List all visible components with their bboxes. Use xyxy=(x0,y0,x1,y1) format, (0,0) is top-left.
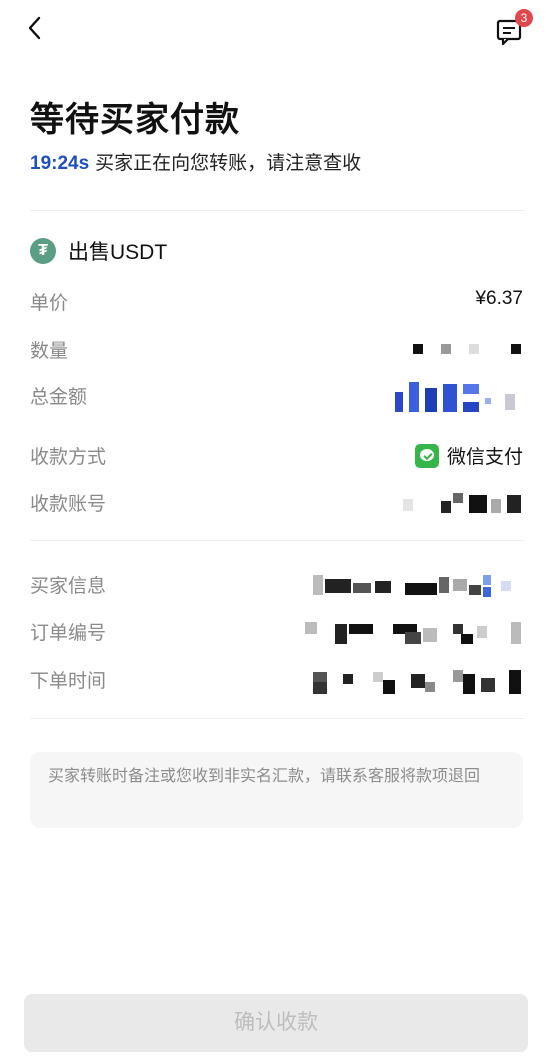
pay-method-text: 微信支付 xyxy=(446,447,523,468)
pay-account-label: 收款账号 xyxy=(30,494,107,515)
refund-notice: 买家转账时备注或您收到非实名汇款，请联系客服将款项退回 xyxy=(30,752,523,828)
pay-method-row: 收款方式 微信支付 xyxy=(30,440,523,470)
quantity-row: 数量 xyxy=(30,334,523,364)
order-time-label: 下单时间 xyxy=(30,671,107,692)
divider xyxy=(30,540,525,541)
asset-label: 出售USDT xyxy=(68,241,168,264)
order-time-redacted xyxy=(313,670,523,694)
total-label: 总金额 xyxy=(30,387,88,408)
status-line: 19:24s 买家正在向您转账，请注意查收 xyxy=(30,148,361,175)
unit-price-label: 单价 xyxy=(30,293,69,314)
top-nav: 3 xyxy=(0,0,550,60)
unit-price-value: ¥6.37 xyxy=(475,288,523,309)
back-chevron-icon xyxy=(28,16,41,40)
quantity-label: 数量 xyxy=(30,341,69,362)
order-no-label: 订单编号 xyxy=(30,623,107,644)
messages-button[interactable]: 3 xyxy=(495,9,533,48)
order-time-row: 下单时间 xyxy=(30,664,523,694)
divider xyxy=(30,210,525,211)
wechat-pay-icon xyxy=(414,443,439,468)
status-text: 买家正在向您转账，请注意查收 xyxy=(95,153,362,174)
asset-row: ₮ 出售USDT xyxy=(30,236,167,266)
order-page: 3 等待买家付款 19:24s 买家正在向您转账，请注意查收 ₮ 出售USDT 单… xyxy=(0,0,550,1058)
countdown-timer: 19:24s xyxy=(30,153,90,174)
unit-price-row: 单价 ¥6.37 xyxy=(30,286,523,316)
order-no-redacted xyxy=(305,622,523,644)
pay-method-value: 微信支付 xyxy=(414,442,523,469)
buyer-info-redacted xyxy=(313,575,523,597)
pay-method-label: 收款方式 xyxy=(30,447,107,468)
unread-badge: 3 xyxy=(515,9,533,27)
confirm-receipt-button[interactable]: 确认收款 xyxy=(24,994,528,1052)
quantity-redacted xyxy=(413,340,523,360)
buyer-info-row: 买家信息 xyxy=(30,569,523,599)
order-no-row: 订单编号 xyxy=(30,616,523,646)
tether-icon: ₮ xyxy=(30,238,56,264)
page-title: 等待买家付款 xyxy=(30,101,240,139)
total-redacted xyxy=(395,380,523,412)
pay-account-row: 收款账号 xyxy=(30,487,523,517)
buyer-info-label: 买家信息 xyxy=(30,576,107,597)
back-button[interactable] xyxy=(22,14,50,42)
divider xyxy=(30,718,525,719)
pay-account-redacted xyxy=(403,493,523,513)
total-row: 总金额 xyxy=(30,380,523,412)
